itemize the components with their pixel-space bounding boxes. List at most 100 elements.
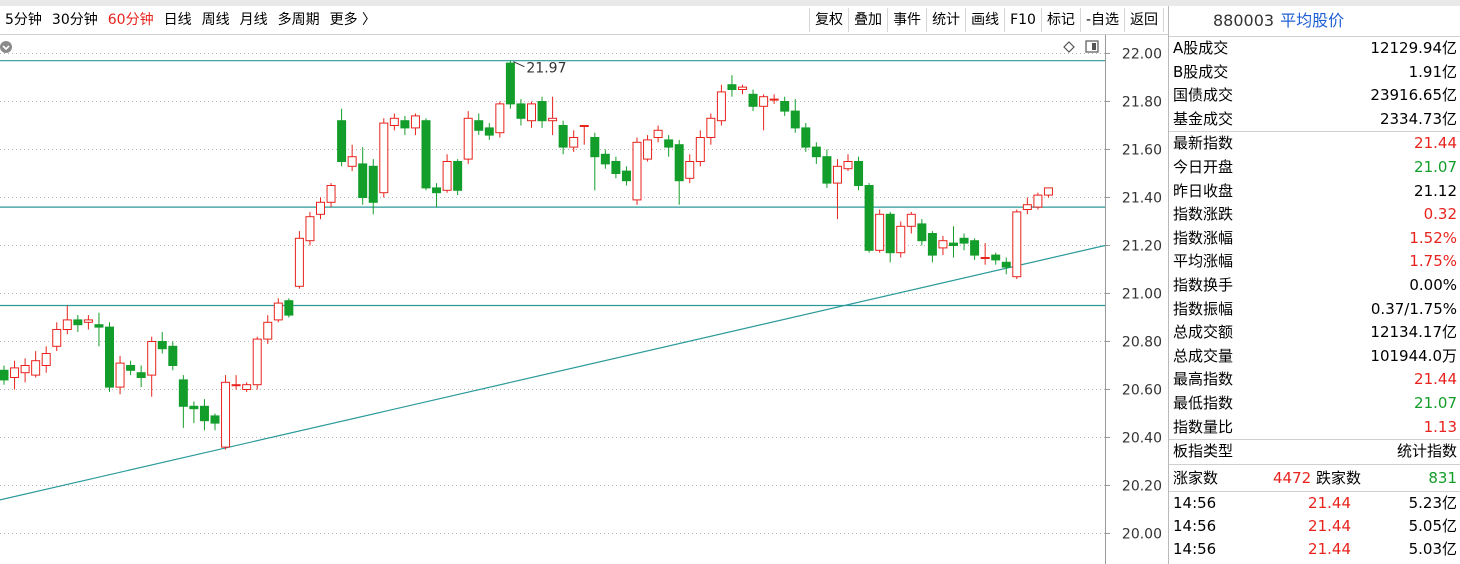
period-tab[interactable]: 周线: [197, 6, 235, 34]
candle-down: [748, 93, 758, 107]
toolbar-button[interactable]: 返回: [1124, 8, 1164, 32]
candle-up: [906, 213, 916, 227]
stat-value: 0.32: [1423, 205, 1457, 224]
stat-value: 21.12: [1414, 181, 1457, 200]
toolbar-button[interactable]: 统计: [926, 8, 965, 32]
stat-value: 2334.73亿: [1379, 109, 1457, 128]
advance-label: 涨家数: [1173, 468, 1219, 487]
period-tab[interactable]: 60分钟: [103, 6, 159, 34]
toolbar-button[interactable]: 叠加: [848, 8, 887, 32]
stat-label: 国债成交: [1173, 86, 1234, 105]
candle-up: [147, 341, 157, 376]
candle-down: [927, 233, 937, 256]
candle-down: [621, 170, 631, 182]
candle-up: [579, 125, 589, 127]
stat-row: 指数振幅 0.37/1.75%: [1169, 298, 1460, 322]
period-tab[interactable]: 日线: [159, 6, 197, 34]
candle-down: [157, 341, 167, 350]
candle-down: [210, 415, 220, 424]
y-tick-label: 21.00: [1122, 287, 1162, 303]
candle-down: [1001, 261, 1011, 268]
candle-down: [199, 405, 209, 422]
y-tick-label: 21.20: [1122, 239, 1162, 255]
chart-toolbar: 5分钟 30分钟 60分钟 日线 周线 月线 多周期 更多 〉 复权 叠加 事件 统计 画线 F10 标记…: [0, 6, 1168, 35]
stat-row: 基金成交 2334.73亿: [1169, 108, 1460, 132]
candle-down: [674, 144, 684, 182]
candle-up: [527, 103, 536, 122]
candle-down: [358, 163, 368, 198]
period-tab[interactable]: 更多 〉: [325, 6, 381, 34]
stat-label: 指数量比: [1173, 417, 1234, 436]
stat-label: 指数振幅: [1173, 299, 1234, 318]
stat-value: 23916.65亿: [1370, 86, 1457, 105]
stat-row: 平均涨幅 1.75%: [1169, 250, 1460, 274]
y-tick-label: 22.00: [1122, 47, 1162, 63]
toolbar-button[interactable]: 画线: [965, 8, 1004, 32]
candle-up: [83, 319, 93, 323]
toolbar-button[interactable]: 复权: [809, 8, 848, 32]
y-tick-label: 20.20: [1122, 479, 1162, 495]
candle-down: [664, 139, 674, 148]
index-name[interactable]: 平均股价: [1280, 11, 1344, 30]
candle-down: [558, 125, 568, 148]
candle-up: [548, 117, 558, 122]
tick-row: 14:56 21.44 5.05亿: [1169, 515, 1460, 538]
stat-label: 总成交量: [1173, 346, 1234, 365]
stat-row: B股成交 1.91亿: [1169, 61, 1460, 85]
trend-line: [0, 244, 1106, 501]
stat-value: 12129.94亿: [1370, 39, 1457, 57]
candle-up: [41, 353, 51, 366]
diamond-icon[interactable]: [1063, 41, 1075, 53]
period-tab[interactable]: 多周期: [273, 6, 325, 34]
candle-up: [326, 185, 336, 203]
y-tick-label: 20.60: [1122, 383, 1162, 399]
toggle-panel-icon-fill: [1092, 43, 1096, 50]
candle-up: [759, 96, 769, 107]
candle-up: [231, 384, 241, 387]
tick-price: 21.44: [1308, 539, 1351, 558]
toolbar-button[interactable]: -自选: [1079, 8, 1124, 32]
stat-label: 最高指数: [1173, 370, 1234, 389]
candle-up: [221, 381, 231, 448]
candle-up: [294, 237, 304, 287]
stat-row: 指数换手 0.00%: [1169, 274, 1460, 298]
toolbar-button[interactable]: 事件: [887, 8, 926, 32]
stat-row: 总成交额 12134.17亿: [1169, 321, 1460, 345]
candle-down: [189, 405, 199, 410]
candle-down: [949, 242, 958, 247]
candle-up: [252, 338, 262, 386]
toolbar-button[interactable]: 标记: [1040, 8, 1080, 32]
tick-amount: 5.03亿: [1408, 539, 1457, 558]
candle-up: [632, 141, 642, 201]
candle-up: [389, 117, 399, 127]
period-tab[interactable]: 5分钟: [0, 6, 47, 34]
stat-row: 指数涨幅 1.52%: [1169, 227, 1460, 251]
candle-up: [695, 137, 705, 162]
stat-value: 1.52%: [1409, 228, 1457, 247]
candle-down: [105, 326, 114, 388]
stat-value: 21.07: [1414, 393, 1457, 412]
y-tick-label: 21.60: [1122, 143, 1162, 159]
gear-icon[interactable]: [0, 41, 12, 53]
max-price-label: 21.97: [526, 61, 566, 77]
candle-up: [495, 103, 505, 134]
advance-decline-row: 涨家数 4472 跌家数 831: [1169, 463, 1460, 491]
candle-up: [242, 384, 252, 391]
toolbar-button[interactable]: F10: [1004, 8, 1041, 32]
candle-down: [368, 165, 378, 203]
candle-down: [505, 62, 515, 105]
tick-list: 14:56 21.44 5.23亿 14:56 21.44 5.05亿 14:56 21.44…: [1169, 490, 1460, 561]
stat-value: 21.44: [1414, 370, 1457, 389]
candle-down: [991, 254, 1001, 261]
candle-up: [738, 86, 747, 90]
period-tab[interactable]: 月线: [235, 6, 273, 34]
candle-up: [832, 165, 842, 184]
candle-down: [864, 185, 874, 251]
candle-up: [938, 240, 948, 249]
stat-row: 最低指数 21.07: [1169, 392, 1460, 416]
candle-down: [611, 161, 621, 174]
period-tab[interactable]: 30分钟: [47, 6, 103, 34]
candle-up: [653, 129, 663, 139]
candle-down: [0, 369, 9, 381]
kline-chart[interactable]: 22.00 21.80 21.60 21.40 21.20 21.00 20.80 20.60…: [0, 35, 1168, 564]
